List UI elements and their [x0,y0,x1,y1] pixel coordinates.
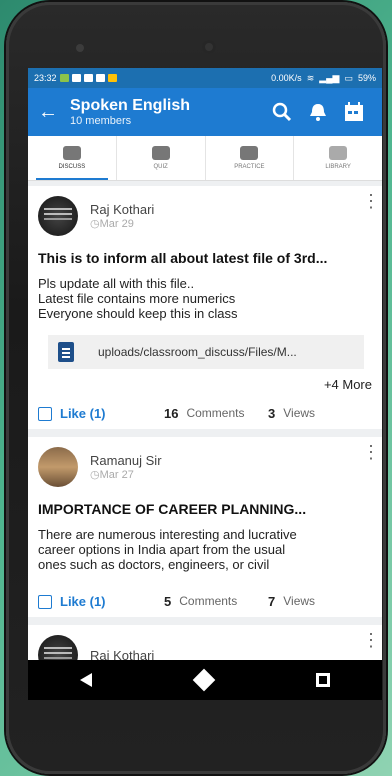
more-attachments-link[interactable]: +4 More [38,377,372,392]
post-author[interactable]: Raj Kothari [90,202,154,217]
avatar[interactable] [38,196,78,236]
bell-icon[interactable] [300,102,336,122]
front-camera [202,40,216,54]
notification-icon [107,74,117,82]
signal-icon: ▂▄▆ [319,72,340,83]
discussion-feed: Raj Kothari ◷Mar 29 ⋮ This is to inform … [28,180,382,700]
notification-icon [83,74,93,82]
post-actions: Like (1) 16 Comments 3 Views [38,406,372,421]
practice-icon [240,146,259,160]
screen: 23:32 0.00K/s ≋ ▂▄▆ ▭ 59% ← Spoken Engli… [28,68,382,700]
member-count: 10 members [70,115,132,127]
post-date: Mar 27 [99,469,134,481]
like-button[interactable]: Like (1) [38,406,164,421]
views-count: 3 [268,406,276,421]
attachment[interactable]: uploads/classroom_discuss/Files/M... [48,335,364,369]
thumbs-up-icon [38,406,52,421]
post-body-line: Pls update all with this file.. [38,276,195,291]
post-body-line: career options in India apart from the u… [38,542,286,557]
tab-library[interactable]: LIBRARY [294,136,382,180]
notification-icon [59,74,69,82]
more-options-icon[interactable]: ⋮ [362,192,380,210]
comments-count: 5 [164,594,172,609]
wifi-icon: ≋ [306,72,315,83]
comments-button[interactable]: 5 Comments [164,594,268,609]
battery-level: 59% [357,73,376,83]
status-time: 23:32 [34,73,57,83]
tab-label: QUIZ [153,164,168,170]
post-author[interactable]: Ramanuj Sir [90,453,162,468]
nav-home-icon[interactable] [192,668,216,692]
notification-icon [95,74,105,82]
status-bar: 23:32 0.00K/s ≋ ▂▄▆ ▭ 59% [28,68,382,88]
post-actions: Like (1) 5 Comments 7 Views [38,594,372,609]
comments-label: Comments [186,406,245,420]
battery-icon: ▭ [344,72,353,83]
notification-icon [71,74,81,82]
post-body-line: ones such as doctors, engineers, or civi… [38,557,270,572]
back-arrow-icon[interactable]: ← [38,101,70,124]
views-label: Views [283,406,316,420]
clock-icon: ◷ [90,218,100,230]
post-body-line: Latest file contains more numerics [38,291,236,306]
system-nav-bar [28,660,382,700]
nav-back-icon[interactable] [80,673,92,687]
app-bar: ← Spoken English 10 members [28,88,382,136]
post-title[interactable]: IMPORTANCE OF CAREER PLANNING... [38,501,372,517]
more-options-icon[interactable]: ⋮ [362,443,380,461]
comments-label: Comments [179,594,238,608]
like-label: Like (1) [60,406,106,421]
comments-button[interactable]: 16 Comments [164,406,268,421]
post-card[interactable]: Raj Kothari ◷Mar 29 ⋮ This is to inform … [28,186,382,429]
views-count-group: 3 Views [268,406,315,421]
network-speed: 0.00K/s [271,73,302,83]
clock-icon: ◷ [90,469,100,481]
tab-bar: DISCUSS QUIZ PRACTICE LIBRARY [28,136,382,181]
views-count: 7 [268,594,276,609]
views-count-group: 7 Views [268,594,315,609]
attachment-path: uploads/classroom_discuss/Files/M... [98,345,297,359]
nav-recent-apps-icon[interactable] [316,673,330,687]
quiz-icon [151,146,170,160]
tab-label: PRACTICE [234,164,265,170]
post-body: Pls update all with this file.. Latest f… [38,276,372,321]
like-label: Like (1) [60,594,106,609]
sensor-dot [76,44,84,52]
chat-icon [62,146,81,160]
calendar-icon[interactable] [336,102,372,122]
page-title: Spoken English [70,97,191,114]
tab-practice[interactable]: PRACTICE [206,136,295,180]
post-body-line: Everyone should keep this in class [38,306,238,321]
post-body-line: There are numerous interesting and lucra… [38,527,297,542]
post-title[interactable]: This is to inform all about latest file … [38,250,372,266]
avatar[interactable] [38,447,78,487]
library-icon [329,146,348,160]
tab-label: LIBRARY [325,164,351,170]
document-icon [58,342,74,362]
more-options-icon[interactable]: ⋮ [362,631,380,649]
views-label: Views [283,594,316,608]
post-date: Mar 29 [99,218,134,230]
comments-count: 16 [164,406,179,421]
like-button[interactable]: Like (1) [38,594,164,609]
post-card[interactable]: Ramanuj Sir ◷Mar 27 ⋮ IMPORTANCE OF CARE… [28,437,382,617]
phone-frame: 23:32 0.00K/s ≋ ▂▄▆ ▭ 59% ← Spoken Engli… [6,2,386,774]
thumbs-up-icon [38,594,52,609]
tab-quiz[interactable]: QUIZ [117,136,206,180]
tab-label: DISCUSS [58,164,86,170]
post-body: There are numerous interesting and lucra… [38,527,372,572]
search-icon[interactable] [264,102,300,122]
tab-discuss[interactable]: DISCUSS [28,136,117,180]
